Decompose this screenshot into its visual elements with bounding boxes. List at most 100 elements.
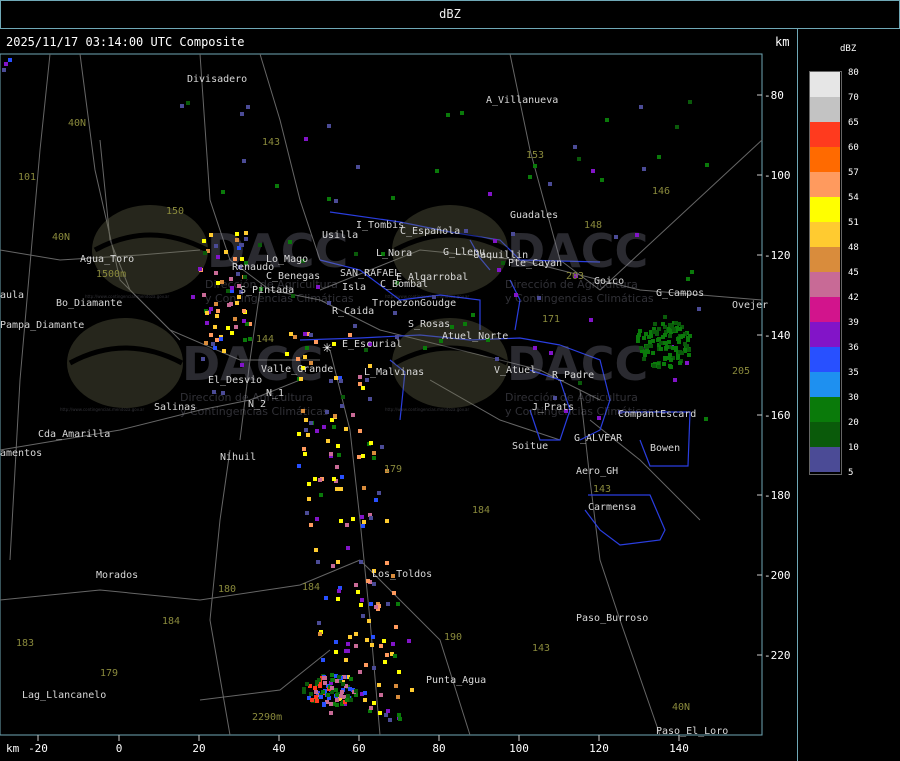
route-number: 184 bbox=[472, 505, 490, 516]
echo-pixel bbox=[180, 104, 184, 108]
echo-pixel bbox=[202, 239, 206, 243]
echo-pixel bbox=[360, 515, 364, 519]
echo-pixel bbox=[577, 157, 581, 161]
echo-pixel bbox=[435, 169, 439, 173]
radar-viewer: dBZ DACC Dirección de Agricultura y Contin… bbox=[0, 0, 900, 761]
echo-pixel bbox=[348, 687, 352, 691]
legend-title: dBZ bbox=[840, 44, 857, 54]
echo-pixel bbox=[303, 355, 307, 359]
echo-pixel bbox=[327, 301, 331, 305]
echo-pixel bbox=[363, 691, 367, 695]
echo-pixel bbox=[396, 695, 400, 699]
echo-pixel bbox=[662, 362, 666, 366]
elevation-label: 2290m bbox=[252, 712, 282, 723]
echo-pixel bbox=[334, 640, 338, 644]
echo-pixel bbox=[680, 351, 684, 355]
place-label: Paso_El_Loro bbox=[656, 726, 728, 737]
echo-pixel bbox=[368, 397, 372, 401]
echo-pixel bbox=[233, 257, 237, 261]
legend-label: 10 bbox=[848, 443, 859, 453]
echo-pixel bbox=[675, 125, 679, 129]
echo-pixel bbox=[322, 425, 326, 429]
echo-pixel bbox=[659, 347, 663, 351]
echo-pixel bbox=[642, 336, 646, 340]
place-label: N_1 bbox=[266, 388, 284, 399]
echo-pixel bbox=[329, 452, 333, 456]
route-number: 40N bbox=[52, 232, 70, 243]
echo-pixel bbox=[677, 322, 681, 326]
x-axis-unit: km bbox=[6, 742, 20, 755]
echo-pixel bbox=[357, 455, 361, 459]
echo-pixel bbox=[370, 643, 374, 647]
echo-pixel bbox=[704, 417, 708, 421]
legend-label: 60 bbox=[848, 143, 859, 153]
echo-pixel bbox=[258, 243, 262, 247]
echo-pixel bbox=[330, 686, 334, 690]
echo-pixel bbox=[314, 548, 318, 552]
echo-pixel bbox=[226, 326, 230, 330]
place-label: S_Pintada bbox=[240, 285, 294, 296]
echo-pixel bbox=[202, 293, 206, 297]
watermark-brand: DACC bbox=[507, 337, 648, 391]
echo-pixel bbox=[642, 357, 646, 361]
echo-pixel bbox=[204, 341, 208, 345]
radar-map[interactable]: DACC Dirección de Agricultura y Contingenc… bbox=[0, 0, 900, 761]
echo-pixel bbox=[201, 357, 205, 361]
place-label: Divisadero bbox=[187, 74, 247, 85]
echo-pixel bbox=[333, 414, 337, 418]
echo-pixel bbox=[533, 164, 537, 168]
echo-pixel bbox=[652, 330, 656, 334]
legend-label: 42 bbox=[848, 293, 859, 303]
place-label: Paso_Burroso bbox=[576, 613, 648, 624]
echo-pixel bbox=[410, 688, 414, 692]
echo-pixel bbox=[349, 698, 353, 702]
echo-pixel bbox=[349, 677, 353, 681]
echo-pixel bbox=[310, 698, 314, 702]
echo-pixel bbox=[361, 454, 365, 458]
echo-pixel bbox=[334, 650, 338, 654]
x-tick-label: 80 bbox=[432, 742, 446, 755]
echo-pixel bbox=[358, 670, 362, 674]
echo-pixel bbox=[244, 231, 248, 235]
place-label: Salinas bbox=[154, 402, 196, 413]
echo-pixel bbox=[365, 638, 369, 642]
echo-pixel bbox=[635, 233, 639, 237]
echo-pixel bbox=[345, 698, 349, 702]
echo-pixel bbox=[354, 632, 358, 636]
echo-pixel bbox=[332, 425, 336, 429]
echo-pixel bbox=[309, 523, 313, 527]
place-label: Tropezon bbox=[372, 298, 420, 309]
echo-pixel bbox=[303, 452, 307, 456]
place-label: R_Padre bbox=[552, 370, 594, 381]
echo-pixel bbox=[205, 321, 209, 325]
echo-pixel bbox=[244, 237, 248, 241]
echo-pixel bbox=[317, 621, 321, 625]
echo-pixel bbox=[327, 197, 331, 201]
echo-pixel bbox=[354, 689, 358, 693]
echo-pixel bbox=[661, 335, 665, 339]
echo-pixel bbox=[645, 345, 649, 349]
echo-pixel bbox=[678, 361, 682, 365]
place-label: Nihuil bbox=[220, 452, 256, 463]
echo-pixel bbox=[339, 519, 343, 523]
echo-pixel bbox=[372, 582, 376, 586]
place-label: V_Atuel bbox=[494, 365, 536, 376]
place-label: C_Española bbox=[400, 226, 460, 237]
place-label: Usilla bbox=[322, 230, 358, 241]
echo-pixel bbox=[639, 346, 643, 350]
echo-pixel bbox=[638, 329, 642, 333]
echo-pixel bbox=[226, 289, 230, 293]
echo-pixel bbox=[303, 332, 307, 336]
echo-pixel bbox=[214, 244, 218, 248]
place-label: L_Nora bbox=[376, 248, 412, 259]
echo-pixel bbox=[309, 692, 313, 696]
echo-pixel bbox=[359, 560, 363, 564]
echo-pixel bbox=[385, 519, 389, 523]
echo-pixel bbox=[649, 334, 653, 338]
echo-pixel bbox=[423, 346, 427, 350]
legend-label: 45 bbox=[848, 268, 859, 278]
place-label: SAN_RAFAEL bbox=[340, 268, 400, 279]
radar-site-icon: ✳ bbox=[322, 341, 332, 355]
echo-pixel bbox=[316, 285, 320, 289]
echo-pixel bbox=[511, 232, 515, 236]
